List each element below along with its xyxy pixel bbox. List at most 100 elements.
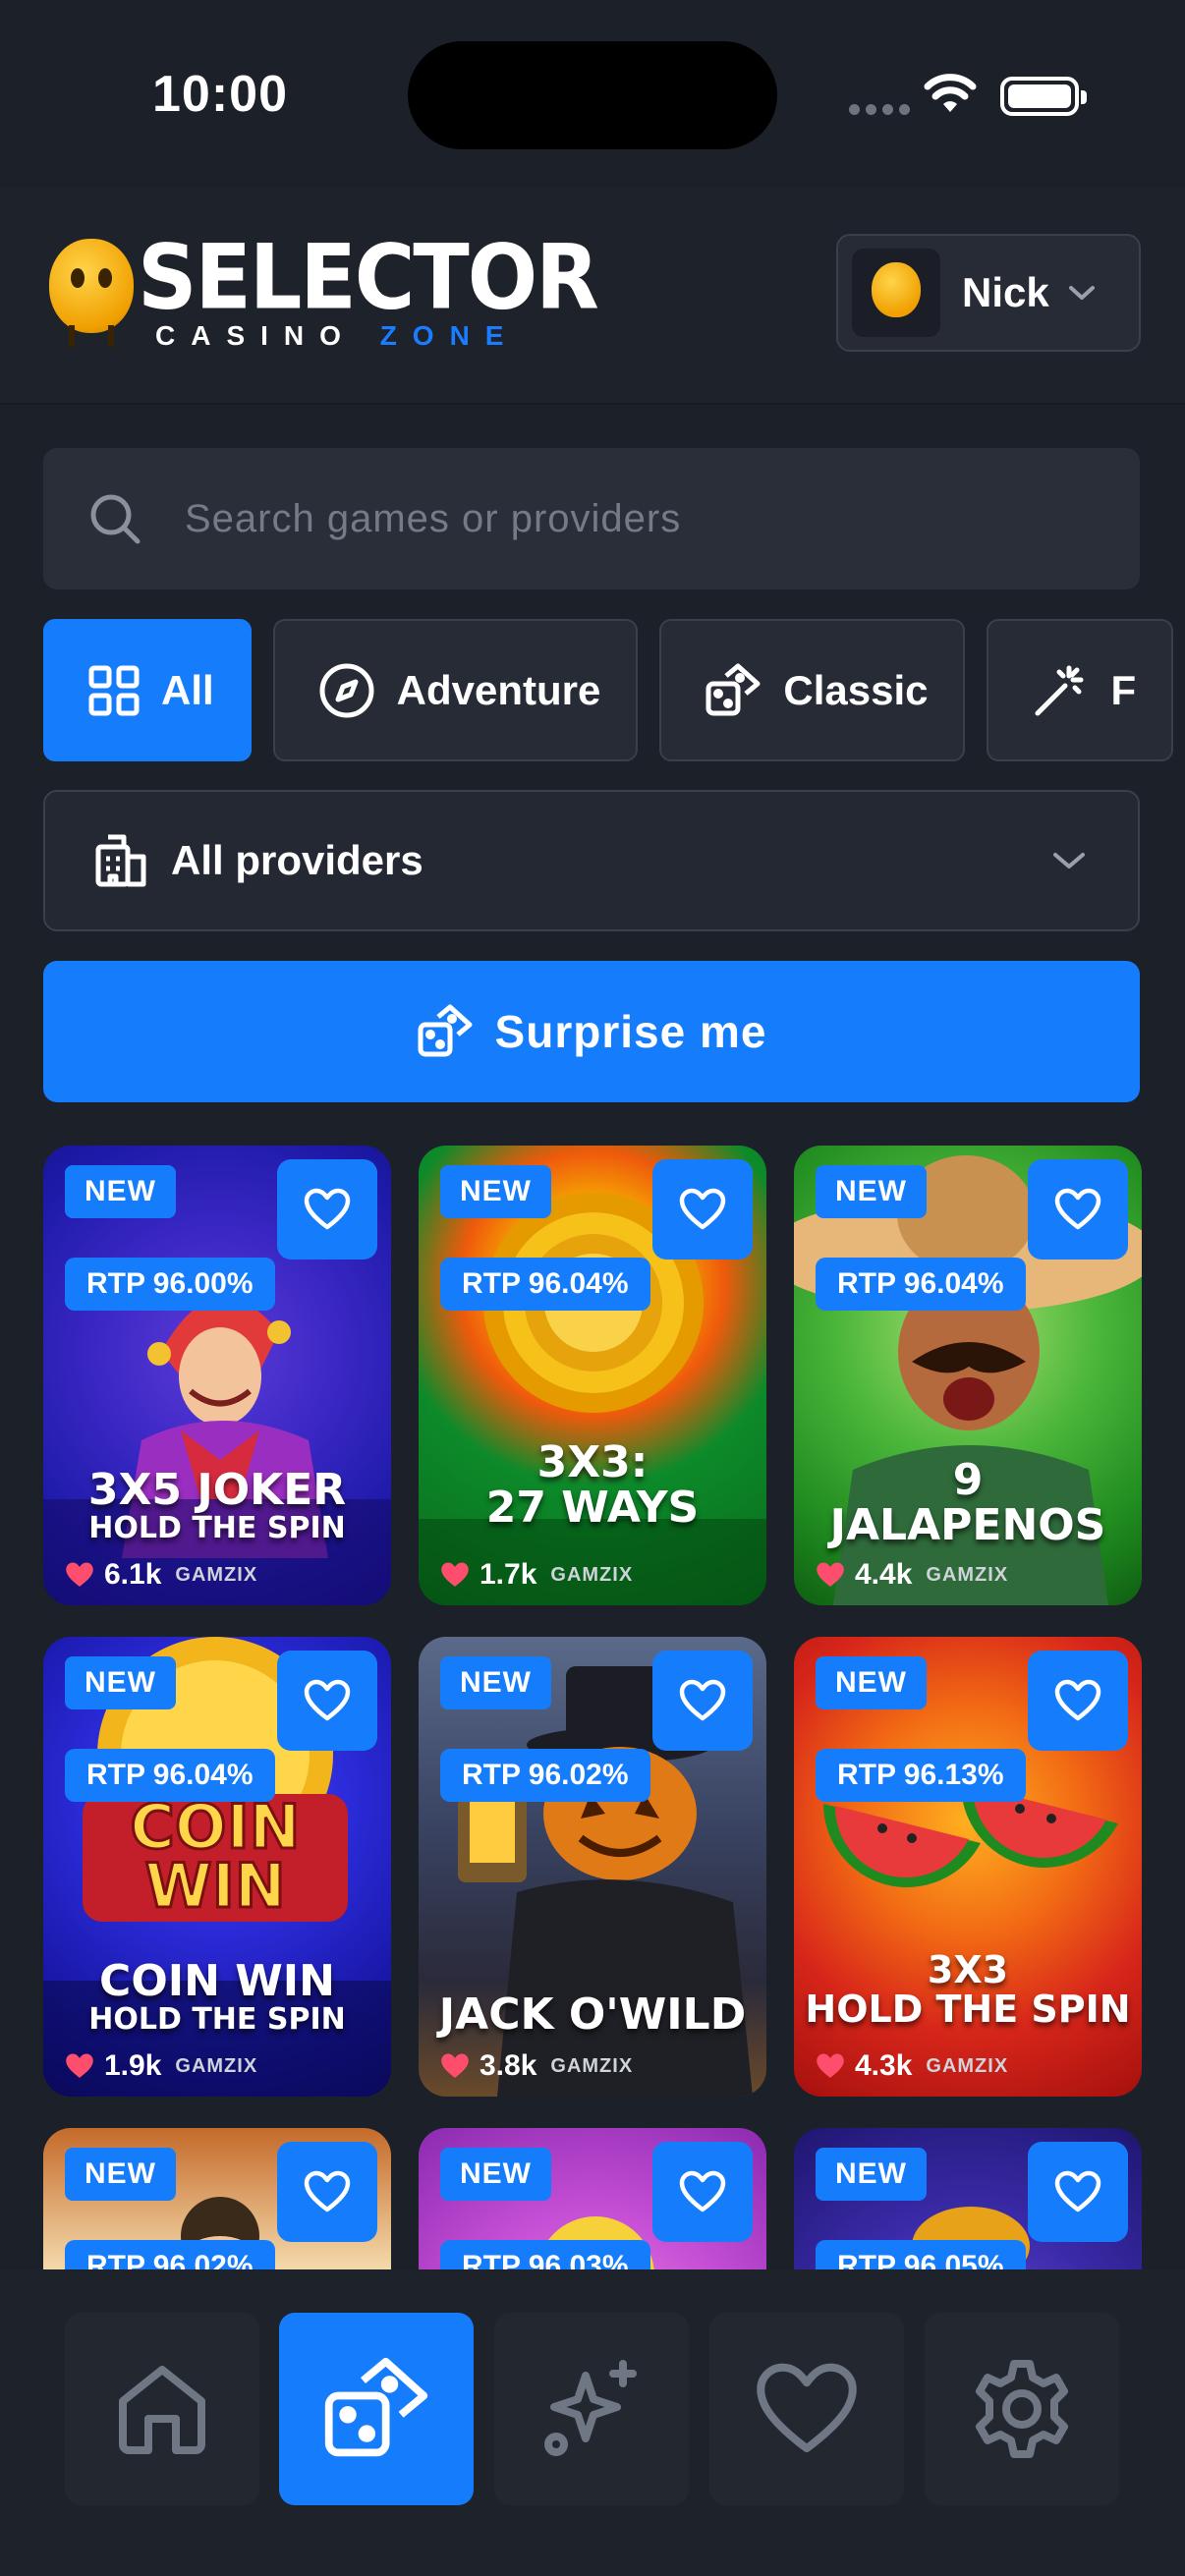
- heart-icon: [757, 2363, 857, 2453]
- chevron-down-icon: [1068, 286, 1095, 300]
- heart-icon: [679, 1188, 726, 1230]
- tab-all[interactable]: All: [43, 619, 252, 761]
- gear-icon: [976, 2360, 1068, 2458]
- magic-wand-icon: [1035, 665, 1084, 715]
- game-title: 3X3: 27 WAYS: [485, 1437, 700, 1534]
- favorite-button[interactable]: [1028, 1159, 1128, 1260]
- new-badge: NEW: [440, 1656, 551, 1709]
- new-badge: NEW: [65, 1165, 176, 1218]
- favorite-button[interactable]: [652, 1651, 753, 1751]
- providers-select[interactable]: All providers: [43, 790, 1140, 931]
- clock: 10:00: [152, 66, 288, 123]
- favorite-button[interactable]: [277, 2142, 377, 2242]
- likes-count: 1.7k: [480, 1558, 537, 1591]
- rtp-badge: RTP 96.04%: [440, 1258, 650, 1311]
- favorite-button[interactable]: [277, 1159, 377, 1260]
- game-stats: 1.9k GAMZIX: [65, 2049, 257, 2083]
- game-stats: 4.3k GAMZIX: [816, 2049, 1008, 2083]
- grid-icon: [88, 665, 140, 715]
- rtp-badge: RTP 96.04%: [816, 1258, 1026, 1311]
- heart-icon: [304, 1188, 351, 1230]
- dice-icon: [418, 1004, 473, 1057]
- home-icon: [119, 2366, 205, 2454]
- search-bar[interactable]: [43, 448, 1140, 589]
- compass-icon: [319, 663, 374, 717]
- game-card[interactable]: NEW RTP 96.02%: [43, 2128, 391, 2269]
- game-card[interactable]: NEW RTP 96.04% 3X3: 27 WAYS 1.7k GAMZIX: [419, 1146, 766, 1605]
- rtp-badge: RTP 96.00%: [65, 1258, 275, 1311]
- game-stats: 1.7k GAMZIX: [440, 1558, 633, 1592]
- wifi-icon: [924, 74, 977, 112]
- surprise-me-button[interactable]: Surprise me: [43, 961, 1140, 1102]
- game-card[interactable]: NEW RTP 96.03%: [419, 2128, 766, 2269]
- heart-icon: [1054, 2170, 1101, 2212]
- nav-games[interactable]: [279, 2313, 474, 2505]
- providers-label: All providers: [171, 837, 423, 883]
- games-grid: NEW RTP 96.00% 3X5 JOKER HOLD THE SPIN 6…: [43, 1146, 1142, 2269]
- status-bar: 10:00: [0, 0, 1185, 187]
- game-card[interactable]: NEW RTP 96.00% 3X5 JOKER HOLD THE SPIN 6…: [43, 1146, 391, 1605]
- user-menu-button[interactable]: Nick: [836, 234, 1141, 352]
- tab-adventure[interactable]: Adventure: [272, 619, 639, 761]
- category-tabs: All Adventure Classic F: [43, 619, 1185, 761]
- game-title: 3X3 HOLD THE SPIN: [805, 1948, 1131, 2031]
- provider-name: GAMZIX: [926, 2054, 1009, 2077]
- game-card[interactable]: NEW RTP 96.02% JACK O'WILD 3.8k GAMZIX: [419, 1637, 766, 2097]
- surprise-label: Surprise me: [494, 1006, 767, 1057]
- heart-icon: [441, 1562, 469, 1587]
- game-card[interactable]: NEW RTP 96.04% 9 JALAPENOS 4.4k GAMZIX: [794, 1146, 1142, 1605]
- favorite-button[interactable]: [277, 1651, 377, 1751]
- game-card[interactable]: NEW RTP 96.13% 3X3 HOLD THE SPIN 4.3k GA…: [794, 1637, 1142, 2097]
- battery-icon: [1000, 77, 1087, 116]
- game-title: 9 JALAPENOS: [829, 1455, 1106, 1551]
- mascot-icon: [43, 239, 138, 347]
- logo-wordmark: SELECTOR: [138, 225, 599, 329]
- likes-count: 3.8k: [480, 2049, 537, 2082]
- heart-icon: [1054, 1679, 1101, 1721]
- nav-favorites[interactable]: [709, 2313, 904, 2505]
- user-name: Nick: [962, 269, 1049, 315]
- rtp-badge: RTP 96.13%: [816, 1749, 1026, 1802]
- rtp-badge: RTP 96.05%: [816, 2240, 1026, 2269]
- favorite-button[interactable]: [1028, 1651, 1128, 1751]
- game-card[interactable]: COIN WIN NEW RTP 96.04% COIN WIN HOLD TH…: [43, 1637, 391, 2097]
- provider-name: GAMZIX: [175, 2054, 258, 2077]
- search-icon: [90, 494, 141, 544]
- game-title: 3X5 JOKER HOLD THE SPIN: [87, 1465, 347, 1546]
- tab-f[interactable]: F: [987, 619, 1174, 761]
- new-badge: NEW: [440, 1165, 551, 1218]
- new-badge: NEW: [816, 1165, 927, 1218]
- svg-text:WIN: WIN: [144, 1850, 285, 1922]
- heart-icon: [66, 2053, 93, 2078]
- favorite-button[interactable]: [652, 1159, 753, 1260]
- tab-label: Classic: [783, 666, 929, 713]
- avatar: [852, 249, 940, 337]
- nav-featured[interactable]: [494, 2313, 689, 2505]
- nav-settings[interactable]: [925, 2313, 1119, 2505]
- favorite-button[interactable]: [1028, 2142, 1128, 2242]
- chevron-down-icon: [1053, 853, 1085, 868]
- new-badge: NEW: [65, 2148, 176, 2201]
- search-input[interactable]: [185, 496, 1069, 541]
- likes-count: 6.1k: [104, 1558, 162, 1591]
- provider-name: GAMZIX: [550, 1563, 634, 1586]
- tab-classic[interactable]: Classic: [659, 619, 966, 761]
- rtp-badge: RTP 96.03%: [440, 2240, 650, 2269]
- game-card[interactable]: NEW RTP 96.05%: [794, 2128, 1142, 2269]
- dice-icon: [705, 663, 761, 715]
- provider-name: GAMZIX: [926, 1563, 1009, 1586]
- selector-casino-logo[interactable]: SELECTOR CASINO ZONE: [43, 225, 599, 350]
- tab-label: All: [161, 666, 214, 713]
- tab-label: Adventure: [396, 666, 601, 713]
- new-badge: NEW: [816, 2148, 927, 2201]
- heart-icon: [817, 2053, 844, 2078]
- dynamic-island: [408, 41, 777, 149]
- bottom-navigation: [0, 2269, 1185, 2576]
- heart-icon: [679, 2170, 726, 2212]
- new-badge: NEW: [440, 2148, 551, 2201]
- nav-home[interactable]: [65, 2313, 259, 2505]
- likes-count: 4.3k: [855, 2049, 913, 2082]
- app-header: SELECTOR CASINO ZONE Nick: [0, 187, 1185, 405]
- provider-name: GAMZIX: [550, 2054, 634, 2077]
- favorite-button[interactable]: [652, 2142, 753, 2242]
